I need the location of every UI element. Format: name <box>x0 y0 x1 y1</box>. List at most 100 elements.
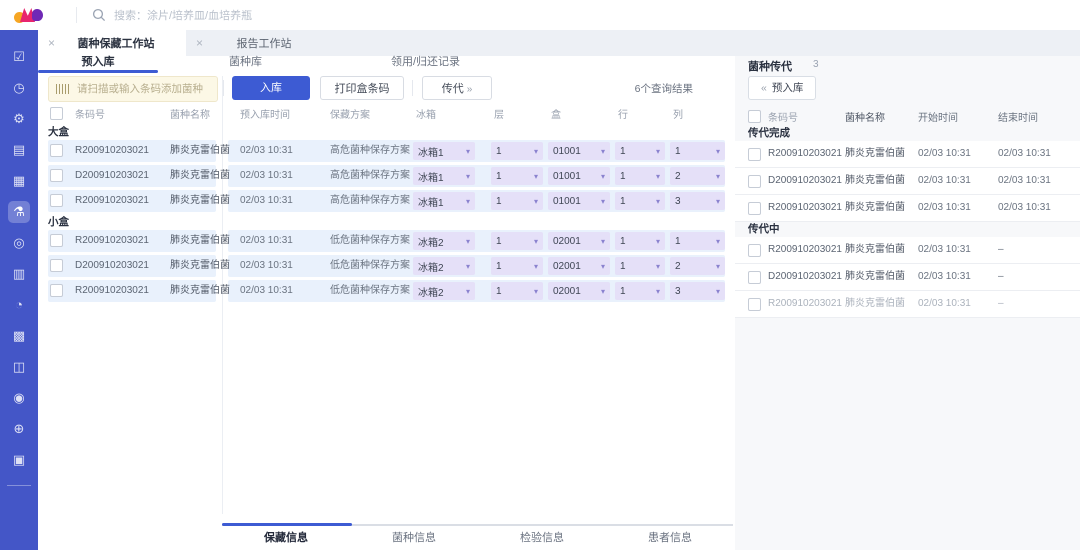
scan-barcode-field[interactable] <box>48 76 218 102</box>
row-select[interactable]: 1 ▾ <box>615 282 665 300</box>
subtab-borrow-return[interactable]: 领用/归还记录 <box>333 56 518 71</box>
layer-select[interactable]: 1 ▾ <box>491 142 543 160</box>
row-select[interactable]: 1 ▾ <box>615 167 665 185</box>
search-input[interactable] <box>112 4 536 28</box>
tab-label: 报告工作站 <box>236 38 292 50</box>
row-checkbox[interactable] <box>50 194 63 207</box>
image-icon[interactable]: ▤ <box>8 139 30 161</box>
row-checkbox[interactable] <box>748 244 761 257</box>
barcode-icon <box>56 84 69 94</box>
select-all-checkbox[interactable] <box>50 107 63 120</box>
box-select[interactable]: 02001 ▾ <box>548 257 610 275</box>
row-select[interactable]: 1 ▾ <box>615 257 665 275</box>
row-checkbox[interactable] <box>50 284 63 297</box>
tab-report-workstation[interactable]: × 报告工作站 <box>186 30 334 56</box>
passage-row[interactable]: R200910203021 肺炎克雷伯菌 02/03 10:31 02/03 1… <box>735 141 1080 168</box>
box-select[interactable]: 02001 ▾ <box>548 232 610 250</box>
layer-select[interactable]: 1 ▾ <box>491 167 543 185</box>
user-chart-icon[interactable]: ◫ <box>8 356 30 378</box>
clock-icon[interactable]: ◷ <box>8 77 30 99</box>
row-select[interactable]: 1 ▾ <box>615 142 665 160</box>
store-button[interactable]: 入库 <box>232 76 310 100</box>
flask-icon[interactable]: ⚗ <box>8 201 30 223</box>
timer-icon[interactable]: ◔ <box>8 294 30 316</box>
fridge-select[interactable]: 冰箱2 ▾ <box>413 257 475 275</box>
col-select[interactable]: 2 ▾ <box>670 257 725 275</box>
layer-select[interactable]: 1 ▾ <box>491 192 543 210</box>
table-row[interactable]: R200910203021 肺炎克雷伯菌 02/03 10:31 低危菌种保存方… <box>48 230 725 252</box>
back-to-pre-storage-button[interactable]: « 预入库 <box>748 76 817 100</box>
col-select[interactable]: 1 ▾ <box>670 142 725 160</box>
box-select[interactable]: 01001 ▾ <box>548 167 610 185</box>
close-icon[interactable]: × <box>196 37 208 49</box>
col-select[interactable]: 2 ▾ <box>670 167 725 185</box>
fridge-select[interactable]: 冰箱1 ▾ <box>413 192 475 210</box>
layer-select[interactable]: 1 ▾ <box>491 232 543 250</box>
layer-select[interactable]: 1 ▾ <box>491 257 543 275</box>
passage-row[interactable]: R200910203021 肺炎克雷伯菌 02/03 10:31 02/03 1… <box>735 195 1080 222</box>
passage-row[interactable]: D200910203021 肺炎克雷伯菌 02/03 10:31 02/03 1… <box>735 168 1080 195</box>
tab-patient-info[interactable]: 患者信息 <box>606 529 734 545</box>
passage-row[interactable]: R200910203021 肺炎克雷伯菌 02/03 10:31 – <box>735 237 1080 264</box>
name-cell: 肺炎克雷伯菌 <box>845 298 905 309</box>
layer-select[interactable]: 1 ▾ <box>491 282 543 300</box>
box-select[interactable]: 02001 ▾ <box>548 282 610 300</box>
table-row[interactable]: D200910203021 肺炎克雷伯菌 02/03 10:31 低危菌种保存方… <box>48 255 725 277</box>
compass-icon[interactable]: ◎ <box>8 232 30 254</box>
table-header: 条码号 菌种名称 预入库时间 保藏方案 冰箱 层 盒 行 列 <box>48 103 725 123</box>
select-value: 2 <box>675 260 681 272</box>
headset-icon[interactable]: ◉ <box>8 387 30 409</box>
row-checkbox[interactable] <box>748 175 761 188</box>
row-checkbox[interactable] <box>50 169 63 182</box>
row-checkbox[interactable] <box>50 259 63 272</box>
close-icon[interactable]: × <box>48 37 60 49</box>
chevron-down-icon: ▾ <box>655 236 660 246</box>
box-select[interactable]: 01001 ▾ <box>548 192 610 210</box>
toolbar: 入库 打印盒条码 传代» 6个查询结果 <box>38 73 735 103</box>
card-icon[interactable]: ▦ <box>8 170 30 192</box>
col-barcode: 条码号 <box>75 110 105 121</box>
select-value: 01001 <box>553 145 581 157</box>
row-checkbox[interactable] <box>50 144 63 157</box>
table-row[interactable]: R200910203021 肺炎克雷伯菌 02/03 10:31 高危菌种保存方… <box>48 140 725 162</box>
plan-cell: 高危菌种保存方案 <box>330 195 410 206</box>
row-checkbox[interactable] <box>748 148 761 161</box>
report-icon[interactable]: ▣ <box>8 449 30 471</box>
passage-label: 传代 <box>441 83 464 95</box>
scan-input[interactable] <box>75 78 217 100</box>
tab-strain-info[interactable]: 菌种信息 <box>350 529 478 545</box>
passage-button[interactable]: 传代» <box>422 76 492 100</box>
tab-strain-preservation-workstation[interactable]: × 菌种保藏工作站 <box>38 30 186 56</box>
task-icon[interactable]: ☑ <box>8 46 30 68</box>
tab-test-info[interactable]: 检验信息 <box>478 529 606 545</box>
select-all-checkbox[interactable] <box>748 110 761 123</box>
table-row[interactable]: R200910203021 肺炎克雷伯菌 02/03 10:31 低危菌种保存方… <box>48 280 725 302</box>
fridge-select[interactable]: 冰箱2 ▾ <box>413 232 475 250</box>
box-select[interactable]: 01001 ▾ <box>548 142 610 160</box>
document-icon[interactable]: ▥ <box>8 263 30 285</box>
fridge-select[interactable]: 冰箱1 ▾ <box>413 142 475 160</box>
passage-row[interactable]: R200910203021 肺炎克雷伯菌 02/03 10:31 – <box>735 291 1080 318</box>
tab-preservation-info[interactable]: 保藏信息 <box>222 529 350 545</box>
row-checkbox[interactable] <box>50 234 63 247</box>
row-checkbox[interactable] <box>748 271 761 284</box>
table-row[interactable]: R200910203021 肺炎克雷伯菌 02/03 10:31 高危菌种保存方… <box>48 190 725 212</box>
machine-icon[interactable]: ⚙ <box>8 108 30 130</box>
fridge-select[interactable]: 冰箱1 ▾ <box>413 167 475 185</box>
passage-row[interactable]: D200910203021 肺炎克雷伯菌 02/03 10:31 – <box>735 264 1080 291</box>
col-select[interactable]: 1 ▾ <box>670 232 725 250</box>
subtab-strain-bank[interactable]: 菌种库 <box>158 56 333 71</box>
col-select[interactable]: 3 ▾ <box>670 192 725 210</box>
barcode-icon[interactable]: ▩ <box>8 325 30 347</box>
table-row[interactable]: D200910203021 肺炎克雷伯菌 02/03 10:31 高危菌种保存方… <box>48 165 725 187</box>
row-select[interactable]: 1 ▾ <box>615 232 665 250</box>
fridge-select[interactable]: 冰箱2 ▾ <box>413 282 475 300</box>
row-checkbox[interactable] <box>748 202 761 215</box>
print-box-barcode-button[interactable]: 打印盒条码 <box>320 76 404 100</box>
chevron-down-icon: ▾ <box>465 196 470 206</box>
col-select[interactable]: 3 ▾ <box>670 282 725 300</box>
vehicle-icon[interactable]: ⊕ <box>8 418 30 440</box>
row-checkbox[interactable] <box>748 298 761 311</box>
subtab-pre-storage[interactable]: 预入库 <box>38 56 158 71</box>
row-select[interactable]: 1 ▾ <box>615 192 665 210</box>
